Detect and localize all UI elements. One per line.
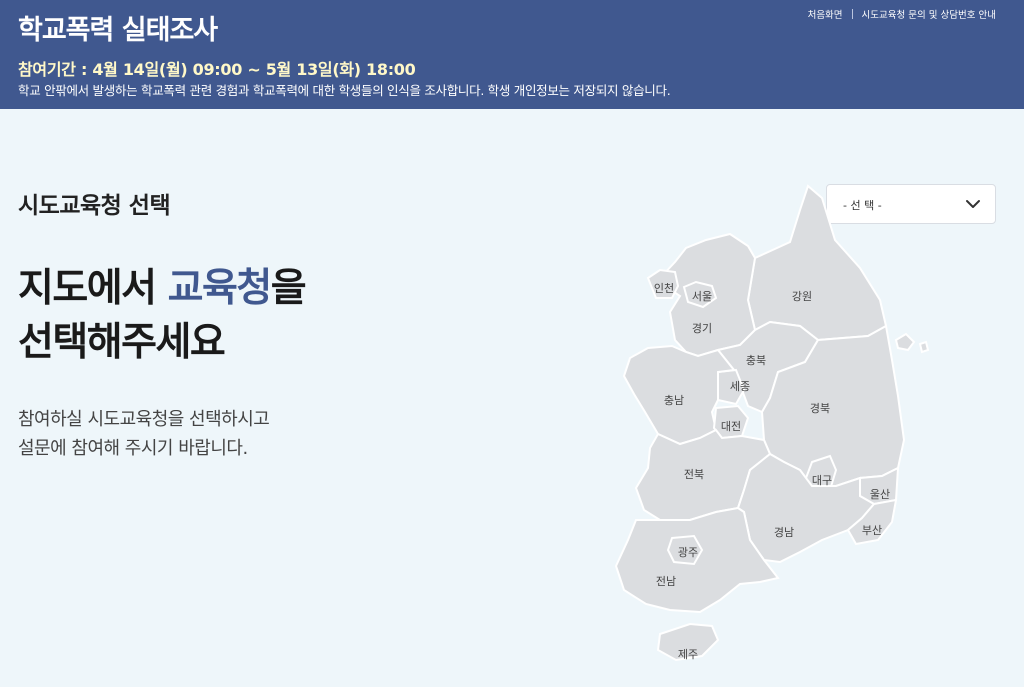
dokdo-island	[918, 340, 930, 354]
headline-prefix: 지도에서	[18, 266, 168, 311]
label-jeonbuk: 전북	[684, 468, 704, 481]
section-title: 시도교육청 선택	[18, 193, 171, 219]
headline-suffix: 을	[270, 266, 307, 311]
label-chungbuk: 충북	[746, 354, 766, 367]
headline-line-1: 지도에서 교육청을	[18, 262, 307, 316]
instruction-line-1: 참여하실 시도교육청을 선택하시고	[18, 409, 270, 430]
page-title: 학교폭력 실태조사	[18, 15, 218, 46]
label-incheon: 인천	[654, 281, 674, 295]
label-jeonnam: 전남	[656, 575, 676, 588]
instruction-text: 참여하실 시도교육청을 선택하시고 설문에 참여해 주시기 바랍니다.	[18, 405, 270, 463]
label-gyeongbuk: 경북	[810, 402, 830, 415]
top-nav: 처음화면 시도교육청 문의 및 상담번호 안내	[808, 7, 996, 21]
home-link[interactable]: 처음화면	[808, 7, 843, 21]
contact-info-link[interactable]: 시도교육청 문의 및 상담번호 안내	[862, 7, 996, 21]
label-sejong: 세종	[730, 380, 750, 393]
headline-accent: 교육청	[167, 266, 273, 311]
nav-divider	[851, 9, 853, 19]
label-ulsan: 울산	[870, 488, 890, 501]
survey-period: 참여기간 : 4월 14일(월) 09:00 ~ 5월 13일(화) 18:00	[18, 60, 416, 79]
label-daegu: 대구	[812, 474, 832, 487]
label-busan: 부산	[862, 524, 882, 537]
headline: 지도에서 교육청을 선택해주세요	[18, 262, 307, 370]
label-seoul: 서울	[692, 290, 712, 303]
label-jeju: 제주	[678, 648, 698, 661]
page-header: 학교폭력 실태조사 참여기간 : 4월 14일(월) 09:00 ~ 5월 13…	[0, 0, 1024, 109]
korea-map: 인천 서울 경기 강원 충북 세종 충남 대전 경북 전북 대구 울산 경남 부…	[614, 184, 930, 662]
ulleungdo-island	[894, 332, 916, 352]
label-daejeon: 대전	[721, 420, 741, 433]
label-gangwon: 강원	[792, 290, 812, 303]
chevron-down-icon	[966, 200, 980, 208]
label-gyeongnam: 경남	[774, 526, 794, 539]
label-gyeonggi: 경기	[692, 322, 712, 335]
label-gwangju: 광주	[678, 546, 698, 559]
label-chungnam: 충남	[664, 394, 684, 407]
region-gangwon[interactable]	[746, 184, 888, 342]
instruction-line-2: 설문에 참여해 주시기 바랍니다.	[18, 438, 248, 459]
survey-description: 학교 안팎에서 발생하는 학교폭력 관련 경험과 학교폭력에 대한 학생들의 인…	[18, 83, 671, 98]
headline-line-2: 선택해주세요	[18, 320, 226, 365]
